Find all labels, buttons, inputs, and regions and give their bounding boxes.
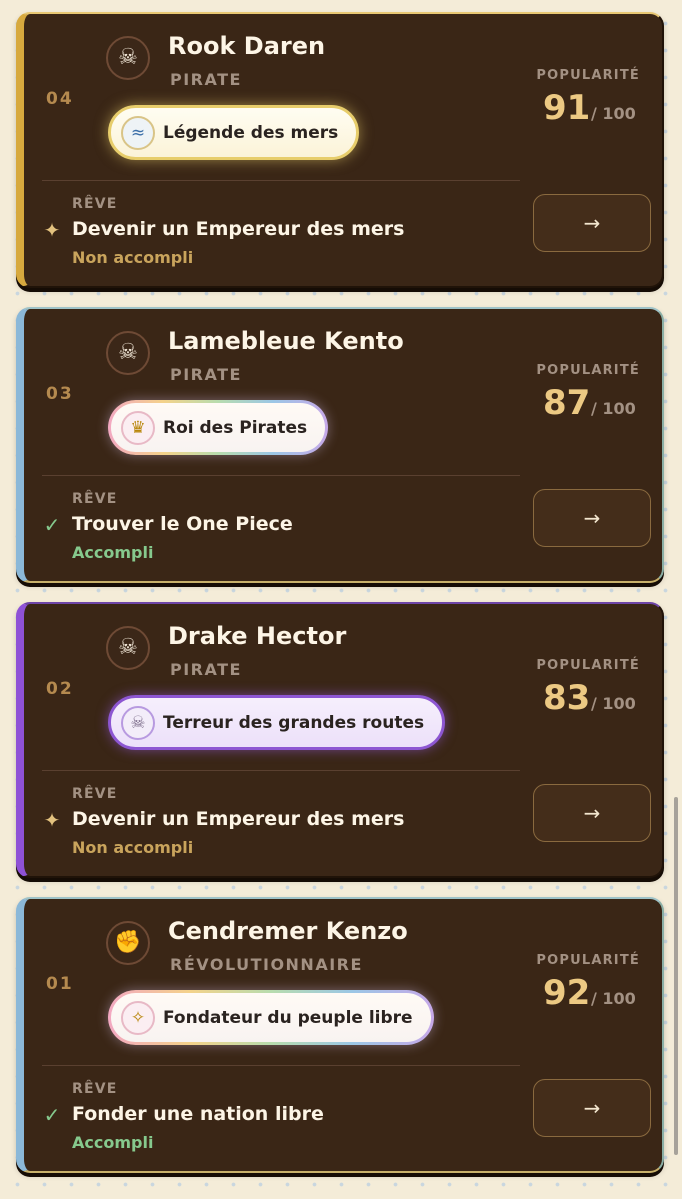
- character-role: PIRATE: [170, 365, 242, 384]
- character-role: PIRATE: [170, 660, 242, 679]
- open-character-button[interactable]: →: [533, 489, 651, 547]
- sparkle-icon: ✦: [43, 808, 61, 832]
- dream-text: Trouver le One Piece: [72, 513, 293, 535]
- checkmark-icon: ✓: [43, 513, 61, 537]
- dream-text: Devenir un Empereur des mers: [72, 808, 405, 830]
- title-badge: ♛ Roi des Pirates: [108, 400, 328, 455]
- popularity-max: / 100: [591, 989, 636, 1008]
- dream-status: Non accompli: [72, 838, 194, 857]
- arrow-right-icon: →: [583, 1096, 601, 1120]
- title-badge: ☠ Terreur des grandes routes: [108, 695, 446, 750]
- open-character-button[interactable]: →: [533, 1079, 651, 1137]
- dream-status: Accompli: [72, 1133, 154, 1152]
- title-badge-label: Roi des Pirates: [163, 417, 308, 438]
- pirate-flag-icon: ☠: [106, 331, 150, 375]
- popularity-value: 92: [543, 973, 591, 1013]
- character-role: RÉVOLUTIONNAIRE: [170, 955, 363, 974]
- title-badge: ≈ Légende des mers: [108, 105, 360, 160]
- wave-icon: ≈: [121, 115, 155, 150]
- dream-label: RÊVE: [72, 491, 118, 507]
- title-badge: ✧ Fondateur du peuple libre: [108, 990, 434, 1045]
- popularity-max: / 100: [591, 694, 636, 713]
- arrow-right-icon: →: [583, 801, 601, 825]
- divider: [42, 1065, 520, 1066]
- crown-icon: ♛: [121, 410, 155, 445]
- pirate-flag-icon: ☠: [106, 36, 150, 80]
- skull-crossbones-icon: ☠: [121, 705, 155, 740]
- popularity-value: 83: [543, 678, 591, 718]
- divider: [42, 475, 520, 476]
- divider: [42, 770, 520, 771]
- dream-label: RÊVE: [72, 786, 118, 802]
- dream-text: Fonder une nation libre: [72, 1103, 324, 1125]
- title-badge-label: Terreur des grandes routes: [163, 712, 425, 733]
- dream-status: Non accompli: [72, 248, 194, 267]
- title-badge-label: Légende des mers: [163, 122, 339, 143]
- open-character-button[interactable]: →: [533, 784, 651, 842]
- character-name: Lamebleue Kento: [168, 327, 404, 355]
- popularity-max: / 100: [591, 399, 636, 418]
- character-card: 01 ✊ Cendremer Kenzo RÉVOLUTIONNAIRE ✧ F…: [16, 897, 664, 1173]
- rank-number: 03: [46, 384, 74, 404]
- popularity-label: POPULARITÉ: [536, 658, 640, 673]
- checkmark-icon: ✓: [43, 1103, 61, 1127]
- dream-text: Devenir un Empereur des mers: [72, 218, 405, 240]
- character-role: PIRATE: [170, 70, 242, 89]
- rank-number: 04: [46, 89, 74, 109]
- popularity-label: POPULARITÉ: [536, 953, 640, 968]
- popularity-label: POPULARITÉ: [536, 363, 640, 378]
- raised-fist-icon: ✊: [106, 921, 150, 965]
- title-badge-label: Fondateur du peuple libre: [163, 1007, 413, 1028]
- scrollbar[interactable]: [674, 797, 678, 1155]
- divider: [42, 180, 520, 181]
- open-character-button[interactable]: →: [533, 194, 651, 252]
- popularity-value: 87: [543, 383, 591, 423]
- dream-label: RÊVE: [72, 196, 118, 212]
- character-ranking-list: 04 ☠ Rook Daren PIRATE ≈ Légende des mer…: [0, 0, 682, 1199]
- character-name: Cendremer Kenzo: [168, 917, 408, 945]
- arrow-right-icon: →: [583, 506, 601, 530]
- pirate-flag-icon: ☠: [106, 626, 150, 670]
- rank-number: 02: [46, 679, 74, 699]
- popularity-label: POPULARITÉ: [536, 68, 640, 83]
- rank-number: 01: [46, 974, 74, 994]
- sparkle-icon: ✦: [43, 218, 61, 242]
- character-name: Drake Hector: [168, 622, 347, 650]
- popularity-value: 91: [543, 88, 591, 128]
- character-name: Rook Daren: [168, 32, 326, 60]
- character-card: 02 ☠ Drake Hector PIRATE ☠ Terreur des g…: [16, 602, 664, 878]
- dove-icon: ✧: [121, 1000, 155, 1035]
- character-card: 04 ☠ Rook Daren PIRATE ≈ Légende des mer…: [16, 12, 664, 288]
- dream-label: RÊVE: [72, 1081, 118, 1097]
- arrow-right-icon: →: [583, 211, 601, 235]
- dream-status: Accompli: [72, 543, 154, 562]
- popularity-max: / 100: [591, 104, 636, 123]
- character-card: 03 ☠ Lamebleue Kento PIRATE ♛ Roi des Pi…: [16, 307, 664, 583]
